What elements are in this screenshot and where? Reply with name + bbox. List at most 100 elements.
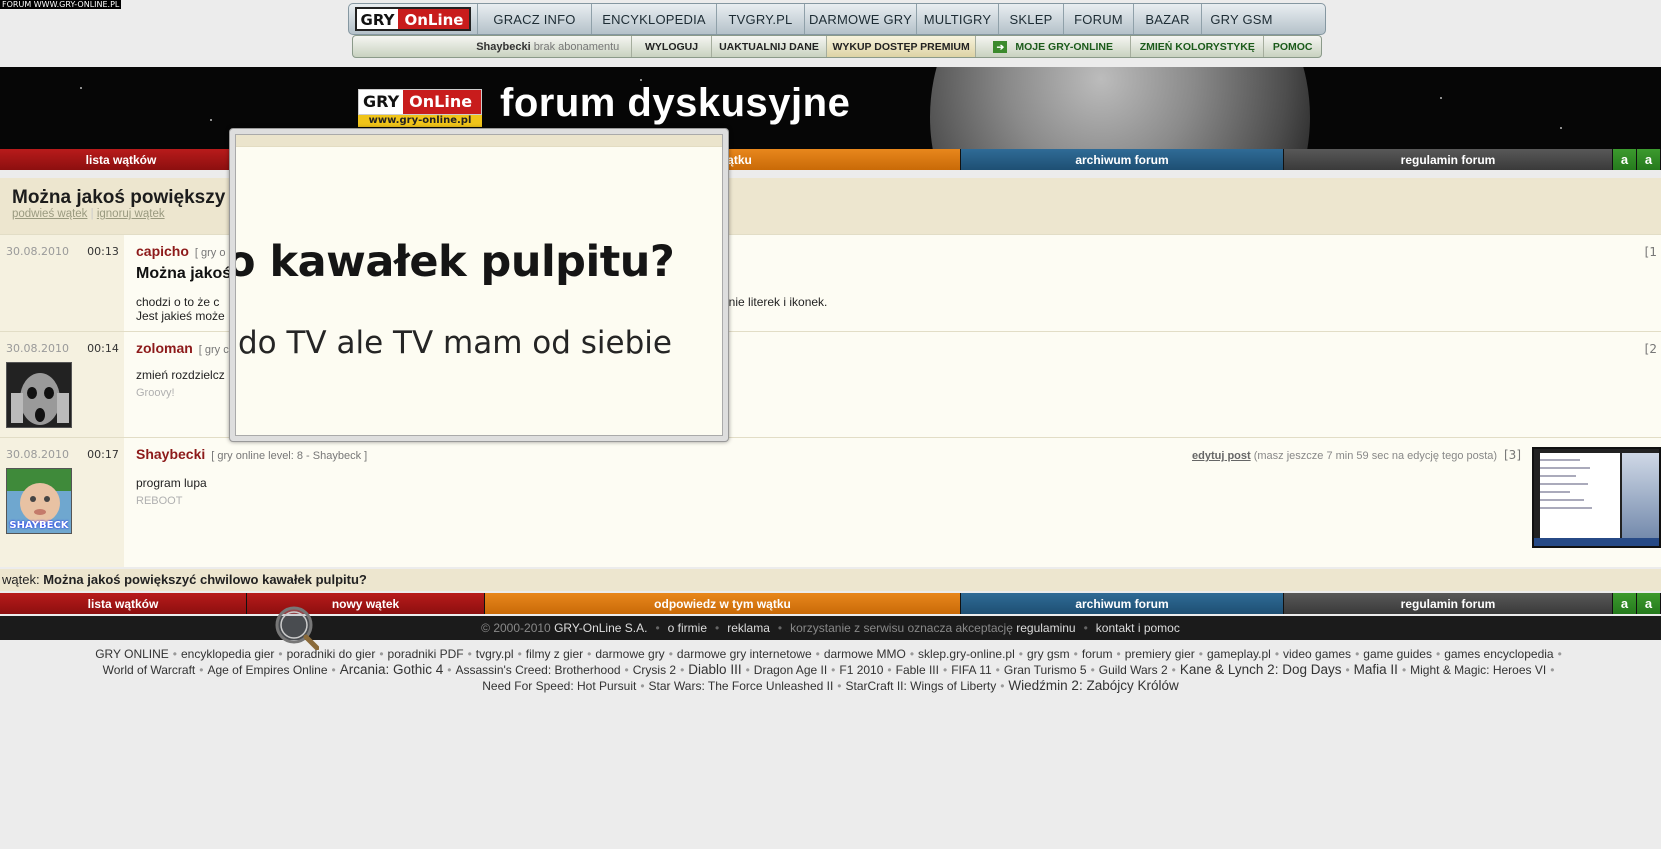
ignore-thread-link[interactable]: ignoruj wątek: [97, 208, 165, 220]
logout-link[interactable]: WYLOGUJ: [631, 36, 711, 57]
help-link[interactable]: POMOC: [1263, 36, 1321, 57]
post-number[interactable]: [2: [1645, 342, 1657, 356]
post-subject: Można jakoś: [136, 265, 232, 282]
terms-link[interactable]: regulaminu: [1016, 621, 1075, 635]
post-author[interactable]: capicho[ gry o: [136, 243, 225, 259]
footer-link[interactable]: Gran Turismo 5: [1004, 663, 1087, 677]
attached-screenshot-thumbnail[interactable]: [1532, 447, 1661, 548]
post-number[interactable]: [1: [1645, 245, 1657, 259]
link-separator: •: [1557, 647, 1562, 661]
footer-link[interactable]: Might & Magic: Heroes VI: [1410, 663, 1546, 677]
nav-encyklopedia[interactable]: ENCYKLOPEDIA: [591, 4, 716, 34]
link-separator: •: [172, 647, 177, 661]
magnifier-window[interactable]: o kawałek pulpitu? do TV ale TV mam od s…: [229, 128, 729, 442]
footer-link[interactable]: game guides: [1363, 647, 1432, 661]
nav-sklep[interactable]: SKLEP: [998, 4, 1063, 34]
footer-links-row: Need For Speed: Hot Pursuit • Star Wars: T…: [30, 678, 1631, 694]
footer-link[interactable]: darmowe gry: [595, 647, 664, 661]
footer-link[interactable]: gry gsm: [1027, 647, 1070, 661]
gry-online-logo[interactable]: GRY OnLine: [349, 4, 477, 34]
footer-link[interactable]: sklep.gry-online.pl: [918, 647, 1015, 661]
footer-link[interactable]: StarCraft II: Wings of Liberty: [846, 679, 997, 693]
footer-link[interactable]: video games: [1283, 647, 1351, 661]
edit-post-link[interactable]: edytuj post: [1192, 450, 1251, 462]
post-author[interactable]: Shaybecki[ gry online level: 8 - Shaybec…: [136, 446, 367, 462]
link-separator: •: [1090, 663, 1095, 677]
about-link[interactable]: o firmie: [668, 621, 707, 635]
footer-link[interactable]: Need For Speed: Hot Pursuit: [482, 679, 636, 693]
nav-multigry[interactable]: MULTIGRY: [916, 4, 998, 34]
company-link[interactable]: GRY-OnLine S.A.: [554, 621, 647, 635]
my-gry-online-link[interactable]: ➔ MOJE GRY-ONLINE: [975, 36, 1130, 57]
avatar[interactable]: [6, 362, 72, 428]
magnified-text-line: do TV ale TV mam od siebie: [238, 325, 672, 361]
post-body-line-end: dnie literek i ikonek.: [722, 295, 828, 309]
footer-link[interactable]: Mafia II: [1354, 662, 1398, 677]
nav-bazar[interactable]: BAZAR: [1133, 4, 1201, 34]
copyright-years: © 2000-2010: [481, 621, 551, 635]
font-large-button[interactable]: a: [1637, 593, 1661, 614]
footer-link[interactable]: F1 2010: [839, 663, 883, 677]
font-small-button[interactable]: a: [1613, 593, 1637, 614]
ads-link[interactable]: reklama: [727, 621, 770, 635]
footer-link[interactable]: encyklopedia gier: [181, 647, 274, 661]
nav-forum[interactable]: FORUM: [1063, 4, 1133, 34]
link-separator: •: [1550, 663, 1555, 677]
footer-link[interactable]: poradniki PDF: [388, 647, 464, 661]
change-colors-link[interactable]: ZMIEŃ KOLORYSTYKĘ: [1130, 36, 1263, 57]
footer-link[interactable]: Diablo III: [688, 662, 741, 677]
menu-reply[interactable]: odpowiedz w tym wątku: [485, 593, 961, 614]
banner-logo[interactable]: GRY OnLine www.gry-online.pl: [358, 89, 482, 127]
link-separator: •: [1345, 663, 1350, 677]
menu-thread-list[interactable]: lista wątków: [0, 149, 243, 170]
font-large-button[interactable]: a: [1637, 149, 1661, 170]
footer-link[interactable]: Star Wars: The Force Unleashed II: [649, 679, 834, 693]
footer-link[interactable]: filmy z gier: [526, 647, 583, 661]
footer-link[interactable]: gameplay.pl: [1207, 647, 1271, 661]
link-separator: •: [680, 663, 685, 677]
thread-title: Można jakoś powiększy: [12, 187, 226, 208]
nav-tvgry[interactable]: TVGRY.PL: [716, 4, 804, 34]
terms-note: korzystanie z serwisu oznacza akceptację: [790, 621, 1013, 635]
nav-gry-gsm[interactable]: GRY GSM: [1201, 4, 1281, 34]
footer-link[interactable]: Wiedźmin 2: Zabójcy Królów: [1008, 678, 1178, 693]
menu-archive[interactable]: archiwum forum: [961, 149, 1284, 170]
footer-link[interactable]: Dragon Age II: [754, 663, 827, 677]
footer-link[interactable]: forum: [1082, 647, 1113, 661]
footer-link[interactable]: Guild Wars 2: [1099, 663, 1168, 677]
menu-archive[interactable]: archiwum forum: [961, 593, 1284, 614]
footer-link[interactable]: Arcania: Gothic 4: [340, 662, 444, 677]
footer-link[interactable]: Fable III: [896, 663, 939, 677]
footer-link[interactable]: games encyclopedia: [1444, 647, 1553, 661]
footer-link[interactable]: Crysis 2: [633, 663, 676, 677]
footer-links: GRY ONLINE • encyklopedia gier • poradniki d…: [0, 646, 1661, 694]
footer-link[interactable]: Age of Empires Online: [207, 663, 327, 677]
footer-link[interactable]: GRY ONLINE: [95, 647, 169, 661]
link-separator: •: [624, 663, 629, 677]
footer-link[interactable]: Assassin's Creed: Brotherhood: [456, 663, 621, 677]
footer-link[interactable]: darmowe gry internetowe: [677, 647, 812, 661]
link-separator: •: [837, 679, 842, 693]
nav-gracz-info[interactable]: GRACZ INFO: [477, 4, 591, 34]
footer-link[interactable]: Kane & Lynch 2: Dog Days: [1180, 662, 1342, 677]
post-author[interactable]: zoloman[ gry c: [136, 340, 229, 356]
footer-link[interactable]: FIFA 11: [951, 663, 991, 677]
avatar[interactable]: SHAYBECK: [6, 468, 72, 534]
footer-link[interactable]: World of Warcraft: [103, 663, 196, 677]
post-number[interactable]: [3]: [1504, 448, 1521, 462]
update-data-link[interactable]: UAKTUALNIJ DANE: [710, 36, 826, 57]
username[interactable]: Shaybecki: [476, 41, 530, 53]
buy-premium-link[interactable]: WYKUP DOSTĘP PREMIUM: [826, 36, 976, 57]
contact-link[interactable]: kontakt i pomoc: [1096, 621, 1180, 635]
link-separator: •: [1435, 647, 1441, 661]
menu-rules[interactable]: regulamin forum: [1284, 593, 1613, 614]
footer-link[interactable]: premiery gier: [1125, 647, 1195, 661]
bump-thread-link[interactable]: podwieś wątek: [12, 208, 87, 220]
post-signature: Groovy!: [136, 387, 175, 399]
menu-thread-list[interactable]: lista wątków: [0, 593, 247, 614]
footer-link[interactable]: tvgry.pl: [476, 647, 514, 661]
font-small-button[interactable]: a: [1613, 149, 1637, 170]
menu-rules[interactable]: regulamin forum: [1284, 149, 1613, 170]
footer-link[interactable]: darmowe MMO: [824, 647, 906, 661]
nav-darmowe-gry[interactable]: DARMOWE GRY: [804, 4, 916, 34]
